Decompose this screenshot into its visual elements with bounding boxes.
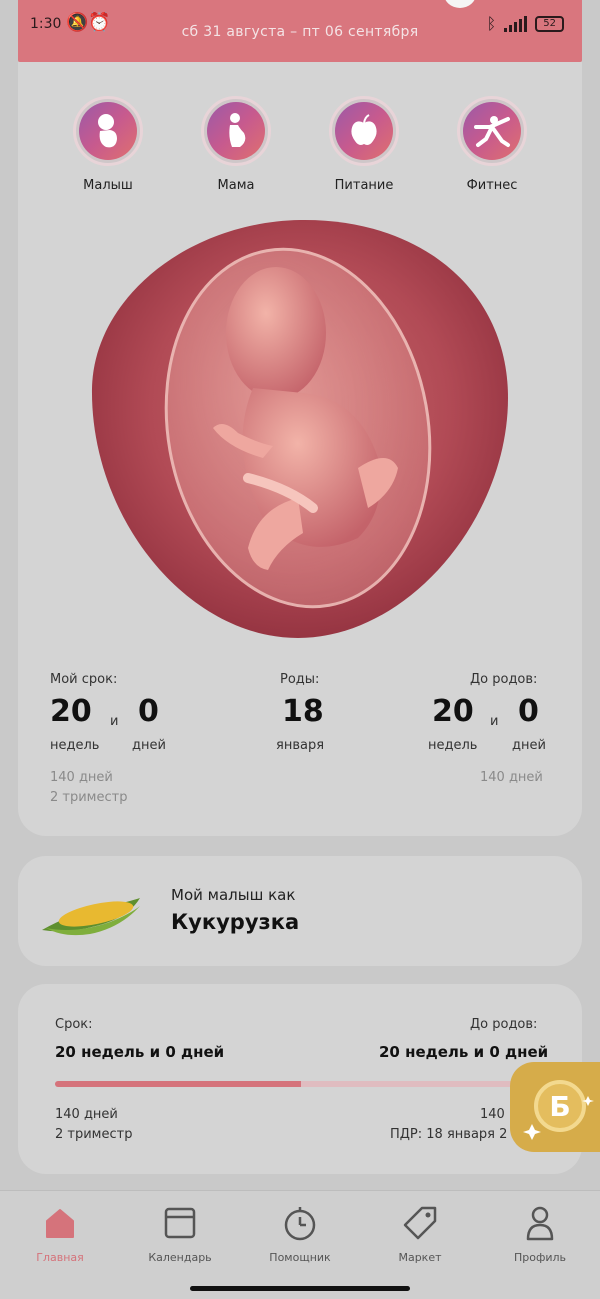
svg-text:Ƃ: Ƃ [549,1090,570,1123]
header-bar: 1:30 🔕⏰ сб 31 августа – пт 06 сентября ᛒ… [18,0,582,62]
pregnancy-progress-bar [55,1081,546,1087]
birth-month: января [276,738,325,753]
left-weeks-unit: недель [428,738,478,753]
category-label: Питание [334,178,394,193]
progress-left-value: 20 недель и 0 дней [379,1043,549,1061]
left-total-days: 140 дней [480,770,543,785]
home-indicator [190,1286,410,1291]
category-row: Малыш Мама Питание Фитнес [18,96,582,216]
term-days: 0 [138,694,159,729]
pregnant-mother-icon [229,113,246,147]
progress-left-label: До родов: [470,1017,538,1032]
tab-market[interactable]: Маркет [370,1205,470,1264]
tag-icon [403,1206,437,1240]
home-icon [46,1209,74,1238]
user-icon [526,1206,554,1241]
yoga-pose-icon [474,116,510,147]
term-days-unit: дней [132,738,166,753]
left-and: и [490,714,499,729]
tab-label: Профиль [513,1251,567,1264]
baby-size-name: Кукурузка [171,910,300,934]
tab-calendar[interactable]: Календарь [130,1205,230,1264]
tab-label: Главная [36,1251,84,1264]
left-weeks: 20 [432,694,474,729]
category-baby[interactable]: Малыш [58,96,158,193]
category-label: Малыш [83,178,133,193]
pregnancy-stats: Мой срок: 20 и 0 недель дней Роды: 18 ян… [50,672,550,812]
progress-card[interactable]: Срок: 20 недель и 0 дней До родов: 20 не… [18,984,582,1174]
tab-label: Маркет [398,1251,442,1264]
trimester: 2 триместр [50,790,128,805]
left-days-unit: дней [512,738,546,753]
category-mom[interactable]: Мама [186,96,286,193]
baby-size-card[interactable]: Мой малыш как Кукурузка [18,856,582,966]
tab-assistant[interactable]: Помощник [250,1205,350,1264]
term-label: Мой срок: [50,672,118,687]
progress-term-value: 20 недель и 0 дней [55,1043,225,1061]
progress-bar-fill [55,1081,301,1087]
term-and: и [110,714,119,729]
term-weeks: 20 [50,694,92,729]
baby-size-prefix: Мой малыш как [171,886,296,904]
tab-label: Помощник [269,1251,331,1264]
left-label: До родов: [470,672,538,687]
apple-icon [351,114,377,145]
bottom-tab-bar: Главная Календарь Помощник Маркет Профил… [0,1190,600,1299]
signal-icon [504,15,528,32]
coin-icon: Ƃ [523,1080,594,1140]
tab-home[interactable]: Главная [10,1205,110,1264]
bluetooth-icon: ᛒ [486,14,497,33]
tab-profile[interactable]: Профиль [490,1205,590,1264]
category-nutrition[interactable]: Питание [314,96,414,193]
corn-icon [42,898,140,936]
stopwatch-icon [284,1207,316,1241]
category-label: Мама [217,178,255,193]
main-card: Малыш Мама Питание Фитнес Мой срок: 20 и… [18,62,582,836]
progress-term-label: Срок: [55,1017,93,1032]
progress-trimester: 2 триместр [55,1127,133,1142]
status-icons: ᛒ 52 [487,14,564,33]
progress-days: 140 дней [55,1107,118,1122]
left-days: 0 [518,694,539,729]
progress-right-days: 140 [480,1107,505,1122]
birth-day: 18 [282,694,324,729]
bonus-coin-button[interactable]: Ƃ [510,1062,600,1152]
term-weeks-unit: недель [50,738,100,753]
calendar-icon [164,1207,196,1239]
progress-due-date: ПДР: 18 января 2 [390,1127,508,1142]
total-days: 140 дней [50,770,113,785]
battery-icon: 52 [535,15,564,32]
tab-label: Календарь [148,1251,212,1264]
baby-icon [98,114,117,148]
fetus-illustration[interactable] [88,218,512,642]
birth-label: Роды: [280,672,320,687]
category-label: Фитнес [466,178,518,193]
category-fitness[interactable]: Фитнес [442,96,542,193]
